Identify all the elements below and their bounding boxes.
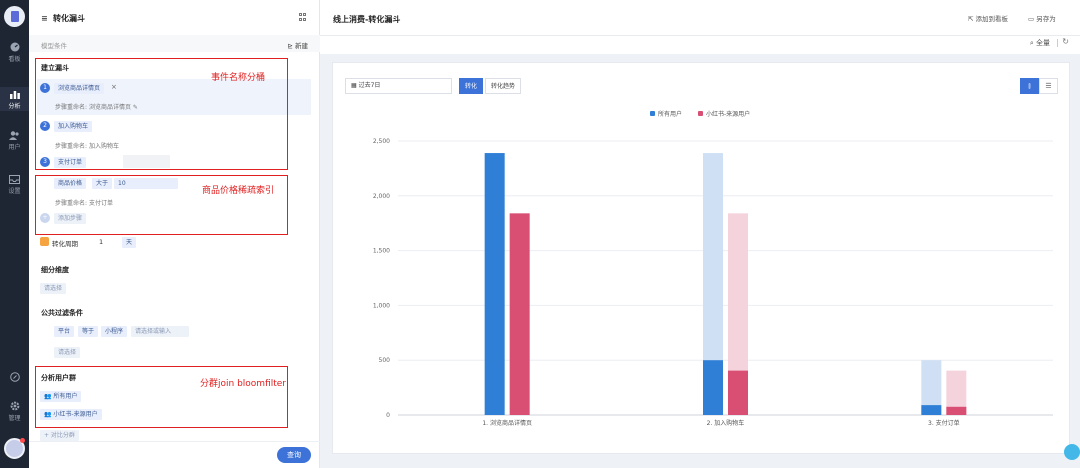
bar: [509, 213, 530, 415]
dashboard-icon: [10, 42, 19, 52]
public-filter-input[interactable]: 请选择或输入: [131, 326, 189, 337]
panel-title: 转化漏斗: [53, 14, 85, 23]
divider: [1057, 39, 1058, 47]
x-tick-label: 1. 浏览商品详情页: [482, 419, 532, 427]
bar: [921, 405, 942, 415]
nav-label: 设置: [8, 188, 21, 195]
bar: [484, 153, 505, 415]
calendar-icon: [40, 237, 49, 246]
model-condition-label: 模型条件: [41, 42, 67, 50]
public-filter-title: 公共过滤条件: [41, 309, 83, 317]
grid-icon[interactable]: [299, 13, 307, 21]
add-to-board-label: 添加到看板: [975, 15, 1009, 23]
bar: [946, 406, 967, 415]
annotation-label-3: 分群join bloomfilter: [200, 379, 287, 389]
user-avatar[interactable]: [4, 438, 25, 459]
chart-card: ▦ 过去7日 转化 转化趋势 ⫾ ☰ 所有用户 小红书-来源用户 0 500 1,0…: [332, 62, 1070, 454]
x-tick-label: 3. 支付订单: [928, 419, 960, 427]
bar: [728, 370, 748, 415]
users-icon: [9, 131, 19, 140]
nav-item-dashboard[interactable]: 看板: [0, 42, 29, 66]
nav-item-analysis[interactable]: 分析: [0, 87, 29, 111]
refresh-icon[interactable]: ↻: [1062, 37, 1069, 46]
x-tick-label: 2. 加入购物车: [707, 419, 745, 427]
y-tick-label: 0: [386, 412, 390, 419]
new-icon: ⊵: [287, 42, 295, 50]
y-tick-label: 1,500: [373, 248, 390, 255]
top-bar: 线上消费-转化漏斗 ⇱ 添加到看板 ▭ 另存为: [320, 0, 1080, 36]
y-tick-label: 2,500: [373, 138, 390, 145]
add-to-board-button[interactable]: ⇱ 添加到看板: [968, 13, 1008, 23]
conversion-period-input[interactable]: 1: [99, 238, 103, 246]
nav-rail: 看板 分析 用户 设置 管理: [0, 0, 29, 468]
filter-icon: ≡: [41, 14, 48, 23]
save-as-label: 另存为: [1036, 15, 1056, 23]
report-title: 线上消费-转化漏斗: [333, 15, 401, 24]
query-button[interactable]: 查询: [277, 447, 311, 463]
nav-label: 分析: [8, 103, 21, 110]
tool-row: ⌕ 全量 ↻: [320, 36, 1080, 54]
assistant-icon[interactable]: [1064, 444, 1080, 460]
bar-chart-icon: [9, 91, 20, 99]
app-logo[interactable]: [4, 6, 25, 27]
annotation-label-2: 商品价格稀疏索引: [202, 186, 275, 196]
annotation-label-1: 事件名称分桶: [211, 73, 266, 83]
inbox-icon: [9, 175, 20, 184]
public-filter-field[interactable]: 平台: [54, 326, 75, 337]
breakdown-title: 细分维度: [41, 266, 69, 274]
public-filter-operator[interactable]: 等于: [78, 326, 99, 337]
y-tick-label: 500: [379, 357, 391, 364]
breakdown-select[interactable]: 请选择: [40, 283, 67, 294]
bar: [703, 360, 723, 415]
zoom-toggle[interactable]: ⌕ 全量: [1030, 38, 1050, 48]
nav-item-users[interactable]: 用户: [0, 131, 29, 155]
conversion-period-unit[interactable]: 天: [122, 237, 137, 248]
zoom-label: 全量: [1036, 39, 1050, 47]
link-icon: [9, 372, 20, 382]
panel-header: ≡ 转化漏斗: [41, 13, 85, 24]
y-tick-label: 1,000: [373, 302, 390, 309]
main-area: 线上消费-转化漏斗 ⇱ 添加到看板 ▭ 另存为 ⌕ 全量 ↻ ▦ 过去7日 转化…: [320, 0, 1080, 468]
nav-item-link[interactable]: [0, 372, 29, 384]
nav-item-admin[interactable]: 管理: [0, 401, 29, 425]
public-filter-value[interactable]: 小程序: [101, 326, 128, 337]
save-as-button[interactable]: ▭ 另存为: [1028, 13, 1056, 23]
nav-label: 管理: [8, 415, 21, 422]
model-condition-row: 模型条件 ⊵ 新建: [29, 35, 320, 52]
nav-label: 用户: [8, 144, 21, 151]
divider: [29, 441, 320, 442]
public-filter-select[interactable]: 请选择: [54, 347, 81, 358]
export-icon: ⇱: [968, 15, 976, 23]
save-icon: ▭: [1028, 15, 1037, 23]
notification-dot: [20, 438, 25, 443]
compare-group-button[interactable]: + 对比分群: [40, 430, 79, 441]
y-tick-label: 2,000: [373, 193, 390, 200]
funnel-chart: 0 500 1,000 1,500 2,000 2,500 1. 浏览商品详情页 2. 加入购…: [373, 138, 1053, 427]
new-label: 新建: [295, 42, 308, 50]
conversion-period-label: 转化周期: [52, 240, 78, 248]
new-button[interactable]: ⊵ 新建: [287, 40, 308, 50]
nav-label: 看板: [8, 56, 21, 63]
nav-item-settings[interactable]: 设置: [0, 175, 29, 199]
gear-icon: [10, 401, 19, 411]
